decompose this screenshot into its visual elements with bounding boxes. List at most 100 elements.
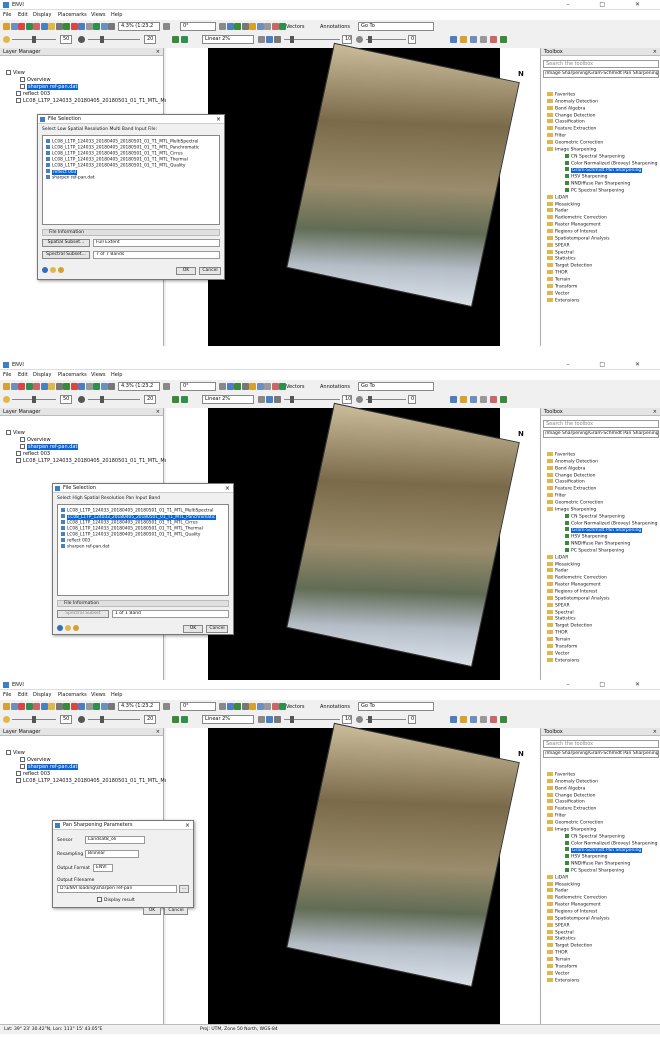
menu-file[interactable]: File (3, 372, 11, 378)
file-list[interactable]: LC08_L1TP_124033_20180405_20180501_01_T1… (57, 504, 229, 596)
pin-icon[interactable] (18, 23, 25, 30)
crosshair-icon[interactable] (78, 383, 85, 390)
dialog-close-icon[interactable]: × (225, 484, 230, 493)
display-tool-icon-0[interactable] (450, 716, 457, 723)
stretch-combo[interactable]: Linear 2% (202, 35, 254, 44)
toolbox-folder[interactable]: Transform (547, 963, 577, 971)
image-view[interactable]: N (166, 722, 540, 1026)
display-tool-icon-4[interactable] (490, 396, 497, 403)
layers-icon[interactable] (100, 23, 108, 30)
toolbox-folder[interactable]: Vector (547, 970, 569, 978)
toolbox-folder[interactable]: Extensions (547, 657, 579, 665)
transparency-slider[interactable] (368, 36, 372, 43)
crosshair-icon[interactable] (78, 703, 85, 710)
layer-checkbox[interactable] (16, 458, 21, 463)
layer-row[interactable]: View (6, 430, 25, 436)
stretch-tool-icon-0[interactable] (258, 396, 265, 403)
grid-icon[interactable] (93, 383, 100, 390)
toolbox-folder[interactable]: Filter (547, 133, 566, 140)
toolbox-folder[interactable]: Image Sharpening (547, 506, 596, 514)
pin-icon[interactable] (18, 703, 25, 710)
rotation-combo[interactable]: 0° (180, 382, 216, 391)
menu-views[interactable]: Views (91, 692, 105, 698)
layer-row[interactable]: LC08_L1TP_124033_20180405_20180501_01_T1… (16, 98, 173, 104)
grid-icon[interactable] (93, 703, 100, 710)
toolbox-folder[interactable]: Transform (547, 283, 577, 291)
display-result-option[interactable]: Display result (97, 897, 135, 903)
view-tool-icon-5[interactable] (256, 703, 264, 710)
rotate-icon[interactable] (33, 703, 40, 710)
display-tool-icon-0[interactable] (450, 36, 457, 43)
display-tool-icon-4[interactable] (490, 36, 497, 43)
toolbox-folder[interactable]: Target Detection (547, 943, 592, 950)
layer-row[interactable]: View (6, 70, 25, 76)
vectors-menu[interactable]: Vectors (286, 24, 305, 30)
toolbox-folder[interactable]: Geometric Correction (547, 819, 603, 827)
toolbox-folder[interactable]: Band Algebra (547, 105, 585, 113)
view-tool-icon-7[interactable] (271, 23, 279, 30)
satellite-image[interactable] (286, 402, 520, 668)
view-tool-icon-7[interactable] (271, 383, 279, 390)
output-format-select[interactable]: ENVI (93, 864, 113, 872)
rotate-left-icon[interactable] (163, 23, 170, 30)
toolbox-folder[interactable]: Radar (547, 888, 568, 895)
zoom-in-icon[interactable] (40, 23, 48, 30)
layer-checkbox[interactable] (20, 77, 25, 82)
menu-edit[interactable]: Edit (18, 12, 28, 18)
browse-button[interactable]: ... (179, 885, 189, 893)
display-tool-icon-2[interactable] (470, 716, 477, 723)
menu-display[interactable]: Display (33, 12, 51, 18)
toolbox-folder[interactable]: Band Algebra (547, 465, 585, 473)
toolbox-folder[interactable]: Regions of Interest (547, 589, 597, 596)
toolbox-folder[interactable]: Spectral (547, 929, 574, 937)
brightness-slider[interactable] (32, 36, 36, 43)
rotate-icon[interactable] (33, 23, 40, 30)
view-tool-icon-2[interactable] (234, 383, 241, 390)
open-file-icon[interactable] (65, 625, 71, 631)
layer-row[interactable]: sharpen ref-pan.dat (20, 84, 79, 90)
goto-combo[interactable]: Go To (358, 22, 434, 31)
toolbox-folder[interactable]: SPEAR (547, 602, 570, 610)
menu-display[interactable]: Display (33, 372, 51, 378)
annotations-menu[interactable]: Annotations (320, 704, 350, 710)
toolbox-tool[interactable]: Gram-Schmidt Pan Sharpening (565, 847, 643, 854)
view-tool-icon-6[interactable] (264, 703, 271, 710)
pan-icon[interactable] (25, 23, 33, 30)
toolbox-folder[interactable]: Favorites (547, 452, 575, 459)
toolbox-tool[interactable]: NNDiffuse Pan Sharpening (565, 181, 630, 188)
toolbox-folder[interactable]: Vector (547, 290, 569, 298)
zoom-out-icon[interactable] (48, 703, 55, 710)
toolbox-folder[interactable]: Raster Management (547, 582, 601, 589)
layers-icon[interactable] (100, 703, 108, 710)
display-tool-icon-5[interactable] (500, 36, 507, 43)
view-tool-icon-6[interactable] (264, 23, 271, 30)
link-icon[interactable] (108, 23, 115, 30)
view-tool-icon-2[interactable] (234, 23, 241, 30)
toolbox-tool[interactable]: HSV Sharpening (565, 534, 608, 541)
menu-placemarks[interactable]: Placemarks (58, 12, 87, 18)
stretch-combo[interactable]: Linear 2% (202, 395, 254, 404)
view-tool-icon-0[interactable] (219, 23, 226, 30)
view-tool-icon-5[interactable] (256, 383, 264, 390)
brightness-slider[interactable] (32, 396, 36, 403)
dialog-close-icon[interactable]: × (216, 115, 221, 124)
toolbox-folder[interactable]: Anomaly Detection (547, 458, 598, 466)
fit-icon[interactable] (55, 383, 63, 390)
stretch-icon[interactable] (172, 716, 179, 723)
contrast-slider[interactable] (100, 716, 104, 723)
display-tool-icon-1[interactable] (460, 396, 467, 403)
layer-checkbox[interactable] (16, 98, 21, 103)
layer-row[interactable]: Overview (20, 77, 51, 83)
toolbox-folder[interactable]: Regions of Interest (547, 229, 597, 236)
zoom-out-icon[interactable] (48, 383, 55, 390)
toolbox-folder[interactable]: SPEAR (547, 242, 570, 250)
sensor-select[interactable]: Landsat8_oli (85, 836, 145, 844)
toolbox-tool[interactable]: CN Spectral Sharpening (565, 153, 625, 161)
view-tool-icon-1[interactable] (226, 23, 234, 30)
file-list-item[interactable]: sharpen ref-pan.dat (61, 544, 109, 551)
menu-display[interactable]: Display (33, 692, 51, 698)
transparency-value[interactable]: 0 (408, 395, 416, 404)
save-icon[interactable] (10, 383, 18, 390)
toolbox-tool[interactable]: Color Normalized (Brovey) Sharpening (565, 520, 658, 528)
toolbox-folder[interactable]: Favorites (547, 92, 575, 99)
